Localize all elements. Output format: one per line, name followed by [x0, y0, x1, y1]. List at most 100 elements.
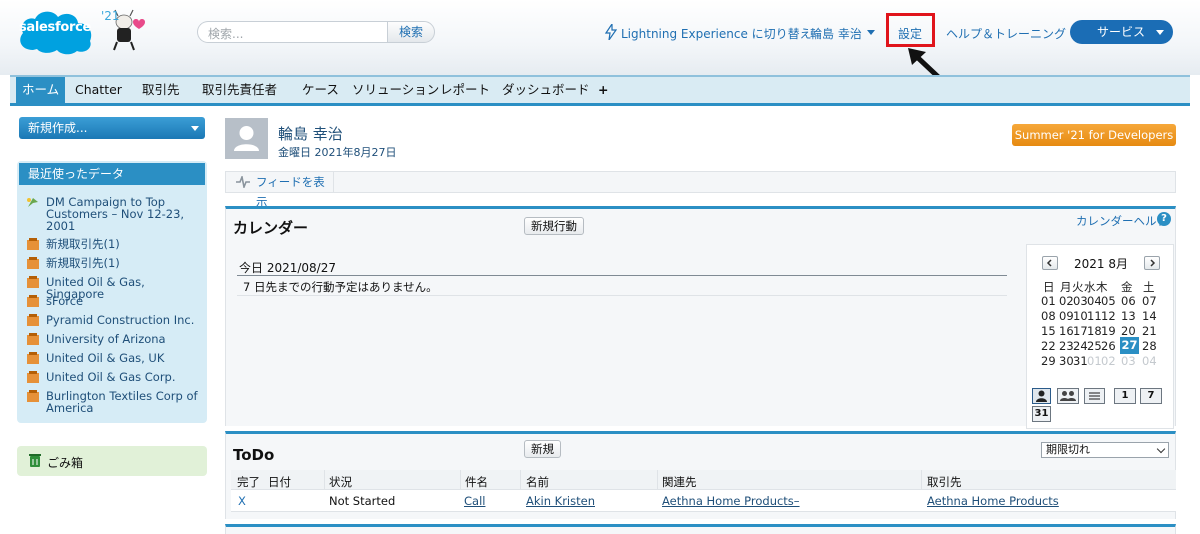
chevron-down-icon	[1156, 444, 1166, 454]
task-related-link[interactable]: Aethna Home Products–	[662, 494, 800, 508]
no-events-message: 7 日先までの行動予定はありません。	[243, 280, 438, 294]
weekday-label: 日	[1043, 280, 1055, 294]
tab-bar: ホーム Chatter 取引先 取引先責任者 ケース ソリューション レポート …	[10, 75, 1190, 103]
tab-contacts[interactable]: 取引先責任者	[202, 77, 277, 103]
account-icon	[27, 371, 39, 383]
column-header[interactable]: 関連先	[662, 474, 697, 490]
tab-reports[interactable]: レポート	[440, 77, 490, 103]
day-cell[interactable]: 19	[1101, 324, 1119, 338]
recent-item-label: 新規取引先(1)	[46, 256, 120, 270]
add-tab-button[interactable]: +	[598, 77, 608, 103]
tab-solutions[interactable]: ソリューション	[352, 77, 439, 103]
current-date: 金曜日 2021年8月27日	[278, 146, 397, 159]
column-header[interactable]: 完了	[237, 474, 260, 490]
task-filter-select[interactable]: 期限切れ	[1041, 442, 1169, 458]
recycle-bin-label: ごみ箱	[47, 456, 84, 470]
release-promo-button[interactable]: Summer '21 for Developers	[1012, 124, 1176, 146]
day-cell[interactable]: 06	[1121, 294, 1139, 308]
task-filter-value: 期限切れ	[1046, 443, 1090, 456]
task-account-link[interactable]: Aethna Home Products	[927, 494, 1059, 508]
users-icon	[1060, 391, 1076, 401]
chevron-down-icon	[1156, 30, 1164, 35]
logo-text: salesforce	[18, 20, 92, 35]
search-input[interactable]: 検索...	[197, 21, 387, 43]
day-cell[interactable]: 05	[1101, 294, 1119, 308]
day-cell[interactable]: 15	[1041, 324, 1059, 338]
multi-user-view-button[interactable]	[1057, 388, 1079, 404]
complete-task-link[interactable]: X	[238, 494, 246, 508]
tab-chatter[interactable]: Chatter	[75, 77, 122, 103]
lightning-experience-link[interactable]: Lightning Experience に切り替え	[621, 25, 812, 42]
account-icon	[27, 276, 39, 288]
day-cell[interactable]: 04	[1142, 354, 1160, 368]
tab-home[interactable]: ホーム	[16, 77, 66, 103]
tab-bar-strip	[10, 103, 1190, 106]
app-menu-button[interactable]: サービス	[1070, 20, 1173, 44]
account-icon	[27, 314, 39, 326]
account-icon	[27, 333, 39, 345]
column-divider	[520, 470, 521, 490]
create-new-label: 新規作成...	[28, 121, 88, 135]
day-cell[interactable]: 02	[1101, 354, 1119, 368]
chevron-down-icon[interactable]	[867, 30, 875, 36]
day-cell[interactable]: 14	[1142, 309, 1160, 323]
day-cell[interactable]: 07	[1142, 294, 1160, 308]
day-cell[interactable]: 03	[1121, 354, 1139, 368]
help-icon[interactable]: ?	[1157, 212, 1171, 226]
account-icon	[27, 390, 39, 402]
search-button[interactable]: 検索	[387, 21, 435, 43]
column-divider	[324, 470, 325, 490]
help-training-link[interactable]: ヘルプ＆トレーニング	[946, 25, 1066, 42]
account-icon	[27, 352, 39, 364]
setup-link[interactable]: 設定	[898, 25, 922, 42]
weekday-label: 木	[1096, 280, 1108, 294]
month-view-button[interactable]: 31	[1032, 406, 1051, 422]
new-task-button[interactable]: 新規	[524, 440, 561, 458]
day-cell[interactable]: 13	[1121, 309, 1139, 323]
day-cell[interactable]: 26	[1101, 339, 1119, 353]
task-name-link[interactable]: Akin Kristen	[526, 494, 595, 508]
recent-items-panel: 最近使ったデータ DM Campaign to Top Customers – …	[17, 161, 207, 423]
tab-accounts[interactable]: 取引先	[142, 77, 180, 103]
day-cell[interactable]: 12	[1101, 309, 1119, 323]
create-new-dropdown[interactable]: 新規作成...	[19, 117, 205, 139]
day-cell[interactable]: 08	[1041, 309, 1059, 323]
day-cell[interactable]: 28	[1142, 339, 1160, 353]
tab-dashboards[interactable]: ダッシュボード	[502, 77, 590, 103]
day-cell[interactable]: 21	[1142, 324, 1160, 338]
day-cell[interactable]: 20	[1121, 324, 1139, 338]
column-header[interactable]: 状況	[329, 474, 352, 490]
recent-item-label: 新規取引先(1)	[46, 237, 120, 251]
column-header[interactable]: 名前	[526, 474, 549, 490]
column-header[interactable]: 日付	[268, 474, 291, 490]
column-divider	[921, 470, 922, 490]
week-view-button[interactable]: 7	[1140, 388, 1162, 404]
calendar-help-link[interactable]: カレンダーヘルプ	[1076, 213, 1168, 229]
recycle-bin-panel[interactable]: ごみ箱	[17, 446, 207, 476]
header: salesforce '21 検索... 検索 Lightning Experi…	[0, 0, 1200, 75]
chevron-down-icon	[191, 126, 199, 131]
day-cell[interactable]: 01	[1041, 294, 1059, 308]
show-feed-label: フィードを表示	[256, 175, 325, 209]
avatar[interactable]	[225, 118, 268, 159]
column-header[interactable]: 件名	[465, 474, 488, 490]
user-name[interactable]: 輪島 幸治	[278, 123, 343, 144]
next-panel	[225, 524, 1176, 534]
single-user-view-button[interactable]	[1032, 388, 1051, 404]
day-cell[interactable]: 22	[1041, 339, 1059, 353]
next-month-button[interactable]	[1144, 256, 1160, 270]
column-divider	[460, 470, 461, 490]
list-icon	[1089, 392, 1100, 400]
today-cell[interactable]: 27	[1120, 337, 1139, 354]
weekday-label: 土	[1143, 280, 1155, 294]
user-menu[interactable]: 輪島 幸治	[810, 25, 862, 42]
column-header[interactable]: 取引先	[927, 474, 962, 490]
tab-cases[interactable]: ケース	[302, 77, 339, 103]
day-cell[interactable]: 29	[1041, 354, 1059, 368]
day-view-button[interactable]: 1	[1114, 388, 1136, 404]
show-feed-button[interactable]: フィードを表示	[226, 172, 334, 209]
list-view-button[interactable]	[1084, 388, 1105, 404]
task-subject-link[interactable]: Call	[464, 494, 485, 508]
new-event-button[interactable]: 新規行動	[524, 217, 584, 235]
account-icon	[27, 238, 39, 250]
